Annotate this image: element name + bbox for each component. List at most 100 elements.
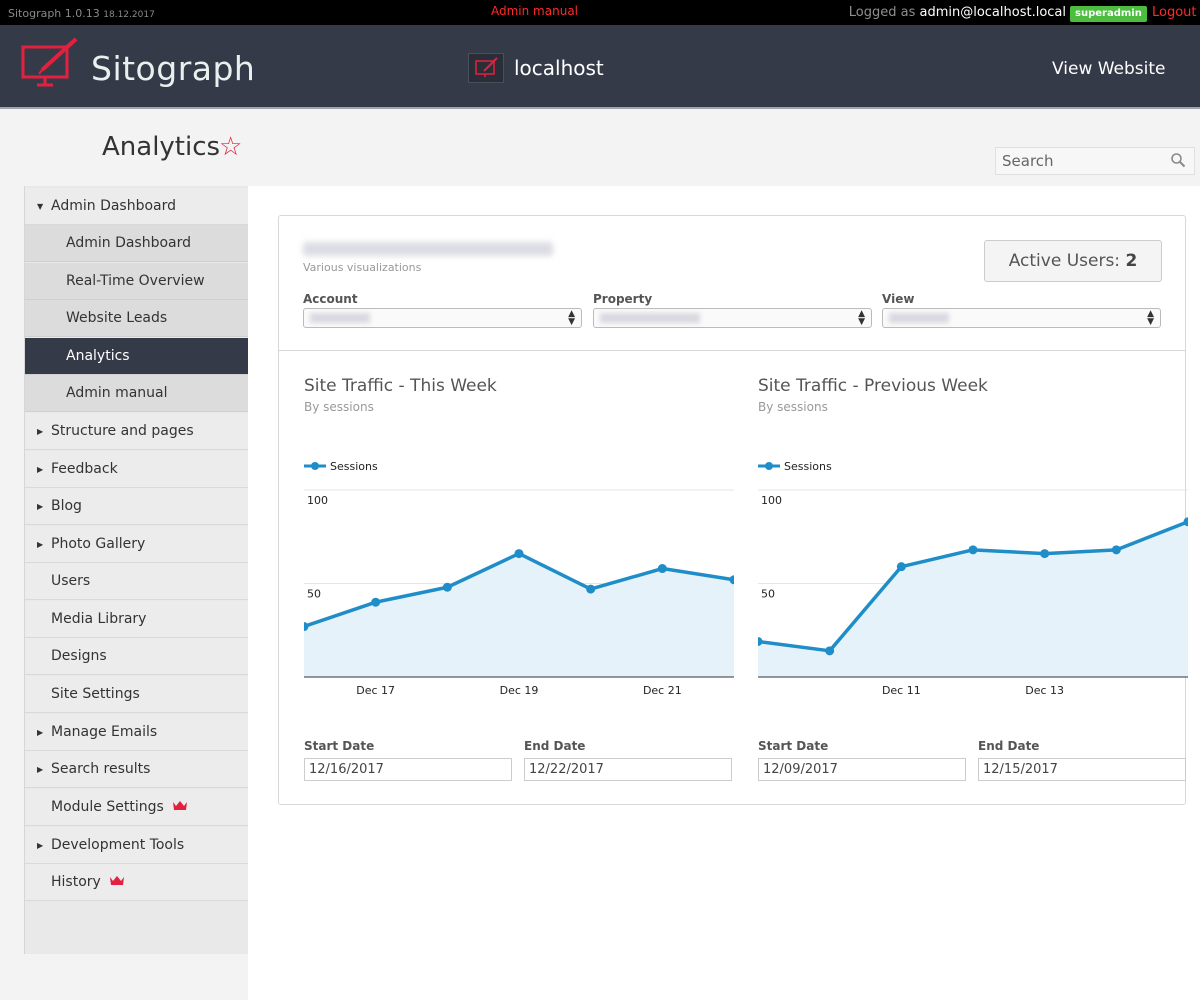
end-date-input[interactable]: 12/15/2017 (978, 758, 1186, 781)
logo-text: Sitograph (91, 49, 256, 88)
series-area (304, 553, 734, 677)
view-label: View (882, 292, 915, 306)
select-arrows-icon: ▲ ▼ (568, 309, 575, 327)
property-label: Property (593, 292, 653, 306)
sidebar-item-website-leads[interactable]: Website Leads (25, 300, 249, 337)
role-badge: superadmin (1070, 6, 1147, 22)
data-point (825, 646, 835, 656)
y-tick-label: 100 (761, 494, 782, 507)
y-tick-label: 50 (761, 588, 775, 601)
sidebar-item-media-library[interactable]: Media Library (25, 601, 249, 638)
chart-legend: Sessions (304, 460, 378, 473)
admin-manual-link[interactable]: Admin manual (491, 4, 578, 18)
data-point (896, 562, 906, 572)
caret-right-icon: ▶ (37, 427, 44, 436)
caret-down-icon: ▼ (37, 202, 44, 211)
chart-plot: 100 50 Dec 11 Dec 13 (758, 489, 1188, 697)
page-title: Analytics (102, 132, 221, 162)
active-users-badge: Active Users: 2 (984, 240, 1162, 282)
site-name[interactable]: localhost (514, 56, 604, 80)
y-tick-label: 100 (307, 494, 328, 507)
view-select[interactable]: ▲ ▼ (882, 308, 1161, 328)
sidebar-item-search-results[interactable]: ▶ Search results (25, 751, 249, 788)
x-tick-label: Dec 19 (500, 684, 539, 697)
active-users-count: 2 (1125, 251, 1138, 271)
data-point (968, 545, 978, 555)
data-point (514, 549, 524, 559)
search-icon[interactable] (1170, 152, 1186, 168)
account-label: Account (303, 292, 358, 306)
search-input[interactable] (996, 148, 1166, 174)
legend-swatch (304, 462, 326, 470)
view-website-link[interactable]: View Website (1052, 59, 1166, 79)
start-date-input[interactable]: 12/16/2017 (304, 758, 512, 781)
panel-subtitle: Various visualizations (303, 261, 422, 274)
x-tick-label: Dec 11 (882, 684, 921, 697)
analytics-panel: Various visualizations Active Users: 2 A… (278, 215, 1188, 805)
crown-icon (109, 876, 124, 885)
data-point (657, 564, 667, 574)
start-date-label: Start Date (758, 739, 829, 753)
sidebar-item-admin-dashboard[interactable]: Admin Dashboard (25, 225, 249, 262)
sidebar-item-admin-manual[interactable]: Admin manual (25, 375, 249, 412)
header: Sitograph localhost View Website (0, 25, 1200, 109)
sidebar-item-module-settings[interactable]: Module Settings (25, 789, 249, 826)
main-content: Various visualizations Active Users: 2 A… (248, 186, 1200, 1000)
panel-header: Various visualizations Active Users: 2 A… (279, 216, 1185, 351)
user-email: admin@localhost.local (919, 5, 1066, 20)
site-icon (468, 53, 504, 83)
chart-title: Site Traffic - This Week (304, 376, 497, 396)
series-area (758, 521, 1188, 677)
logo-icon[interactable] (20, 35, 82, 91)
account-select[interactable]: ▲ ▼ (303, 308, 582, 328)
end-date-label: End Date (978, 739, 1040, 753)
end-date-label: End Date (524, 739, 586, 753)
chart-plot: 100 50 Dec 17 Dec 19 Dec 21 (304, 489, 734, 697)
top-bar: Sitograph 1.0.13 18.12.2017 Admin manual… (0, 0, 1200, 25)
sidebar-item-real-time-overview[interactable]: Real-Time Overview (25, 263, 249, 300)
select-arrows-icon: ▲ ▼ (1147, 309, 1154, 327)
start-date-input[interactable]: 12/09/2017 (758, 758, 966, 781)
sidebar-item-history[interactable]: History (25, 864, 249, 901)
property-select[interactable]: ▲ ▼ (593, 308, 872, 328)
x-tick-label: Dec 21 (643, 684, 682, 697)
data-point (371, 597, 381, 607)
x-tick-label: Dec 13 (1025, 684, 1064, 697)
sidebar-item-analytics[interactable]: Analytics (25, 338, 263, 375)
sidebar-item-photo-gallery[interactable]: ▶ Photo Gallery (25, 526, 249, 563)
chart-title: Site Traffic - Previous Week (758, 376, 988, 396)
data-point (1111, 545, 1121, 555)
sidebar-item-feedback[interactable]: ▶ Feedback (25, 451, 249, 488)
logged-as-text: Logged as admin@localhost.local (848, 5, 1066, 20)
chart-subtitle: By sessions (758, 400, 828, 414)
sidebar-item-structure-and-pages[interactable]: ▶ Structure and pages (25, 413, 249, 450)
caret-right-icon: ▶ (37, 465, 44, 474)
sidebar-item-site-settings[interactable]: Site Settings (25, 676, 249, 713)
caret-right-icon: ▶ (37, 540, 44, 549)
legend-swatch (758, 462, 780, 470)
sidebar-item-admin-dashboard-group[interactable]: ▼ Admin Dashboard (25, 188, 249, 225)
caret-right-icon: ▶ (37, 728, 44, 737)
search-box (995, 147, 1195, 175)
chart-legend: Sessions (758, 460, 832, 473)
chart-subtitle: By sessions (304, 400, 374, 414)
star-outline-icon[interactable]: ☆ (219, 132, 242, 162)
sidebar: ▼ Admin Dashboard Admin Dashboard Real-Ti… (24, 186, 263, 954)
sidebar-item-designs[interactable]: Designs (25, 638, 249, 675)
sidebar-item-development-tools[interactable]: ▶ Development Tools (25, 827, 249, 864)
crown-icon (172, 801, 187, 810)
caret-right-icon: ▶ (37, 502, 44, 511)
sidebar-item-users[interactable]: Users (25, 563, 249, 600)
select-arrows-icon: ▲ ▼ (858, 309, 865, 327)
data-point (1040, 549, 1050, 559)
data-point (586, 584, 596, 594)
caret-right-icon: ▶ (37, 841, 44, 850)
logout-link[interactable]: Logout (1152, 5, 1197, 20)
end-date-input[interactable]: 12/22/2017 (524, 758, 732, 781)
x-tick-label: Dec 17 (356, 684, 395, 697)
sidebar-item-manage-emails[interactable]: ▶ Manage Emails (25, 714, 249, 751)
y-tick-label: 50 (307, 588, 321, 601)
sidebar-item-blog[interactable]: ▶ Blog (25, 488, 249, 525)
start-date-label: Start Date (304, 739, 375, 753)
caret-right-icon: ▶ (37, 765, 44, 774)
